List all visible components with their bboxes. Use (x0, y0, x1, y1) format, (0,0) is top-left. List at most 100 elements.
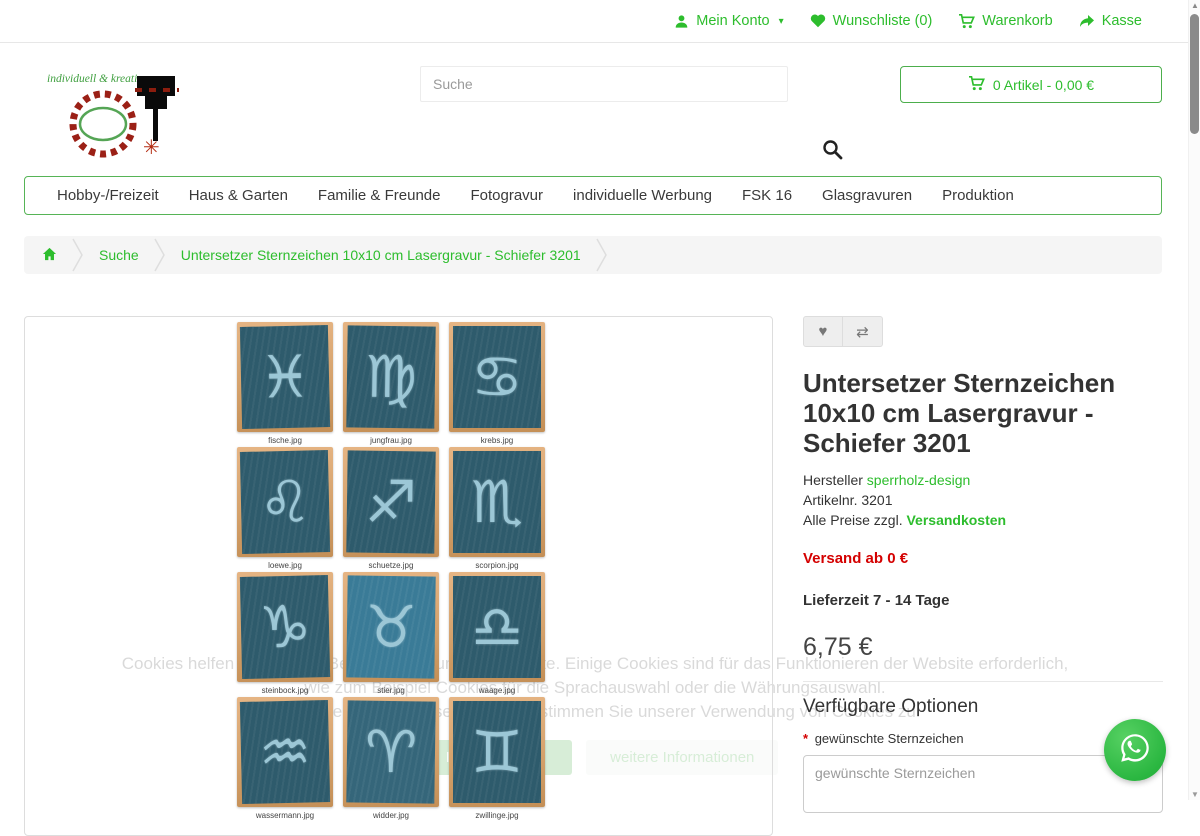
nav-item-fsk16[interactable]: FSK 16 (727, 187, 807, 204)
topbar: Mein Konto ▾ Wunschliste (0) Warenkorb K… (0, 0, 1188, 43)
coaster-thumb[interactable]: ♎ waage.jpg (449, 572, 545, 697)
share-arrow-icon (1079, 14, 1095, 28)
nav-item-hobby-freizeit[interactable]: Hobby-/Freizeit (42, 187, 174, 204)
manufacturer-row: Hersteller sperrholz-design (803, 470, 1163, 490)
breadcrumb-separator (71, 236, 85, 274)
image-filename: steinbock.jpg (237, 686, 333, 695)
coaster-thumb[interactable]: ♐ schuetze.jpg (343, 447, 439, 572)
image-filename: krebs.jpg (449, 436, 545, 445)
coaster-thumb[interactable]: ♍ jungfrau.jpg (343, 322, 439, 447)
product-title: Untersetzer Sternzeichen 10x10 cm Laserg… (803, 368, 1163, 458)
cart-link[interactable]: Warenkorb (958, 13, 1052, 29)
product-image-panel[interactable]: ♓ fische.jpg ♍ jungfrau.jpg ♋ krebs.jpg … (24, 316, 773, 836)
coaster-thumb[interactable]: ♋ krebs.jpg (449, 322, 545, 447)
compare-arrows-icon: ⇄ (856, 323, 869, 341)
account-label: Mein Konto (696, 13, 769, 29)
search-icon (822, 148, 843, 163)
coaster-thumb[interactable]: ♉ stier.jpg (343, 572, 439, 697)
manufacturer-label: Hersteller (803, 472, 863, 488)
zodiac-taurus-icon: ♉ (365, 598, 418, 657)
main-nav: Hobby-/Freizeit Haus & Garten Familie & … (24, 176, 1162, 215)
image-filename: scorpion.jpg (449, 561, 545, 570)
option-label: gewünschte Sternzeichen (815, 731, 964, 746)
zodiac-scorpio-icon: ♏ (471, 473, 523, 531)
wishlist-label: Wunschliste (0) (833, 13, 933, 29)
zodiac-gemini-icon: ♊ (471, 723, 523, 781)
breadcrumb-home[interactable] (40, 247, 71, 264)
zodiac-leo-icon: ♌ (258, 472, 311, 531)
cart-total-label: 0 Artikel - 0,00 € (993, 77, 1094, 93)
account-menu[interactable]: Mein Konto ▾ (674, 13, 783, 29)
search-button[interactable] (815, 136, 849, 166)
coaster-thumb[interactable]: ♏ scorpion.jpg (449, 447, 545, 572)
user-icon (674, 14, 689, 29)
scrollbar[interactable]: ▲ ▼ (1188, 0, 1200, 800)
nav-item-familie-freunde[interactable]: Familie & Freunde (303, 187, 456, 204)
image-filename: fische.jpg (237, 436, 333, 445)
delivery-time: Lieferzeit 7 - 14 Tage (803, 592, 1163, 609)
scroll-up-arrow[interactable]: ▲ (1189, 1, 1200, 10)
breadcrumb-suche[interactable]: Suche (85, 247, 153, 263)
image-filename: widder.jpg (343, 811, 439, 820)
coaster-thumb[interactable]: ♑ steinbock.jpg (237, 572, 333, 697)
breadcrumb-current[interactable]: Untersetzer Sternzeichen 10x10 cm Laserg… (167, 247, 595, 263)
add-to-wishlist-button[interactable]: ♥ (803, 316, 843, 347)
zodiac-aquarius-icon: ♒ (258, 722, 311, 781)
divider (803, 681, 1163, 682)
scroll-down-arrow[interactable]: ▼ (1189, 790, 1200, 799)
laser-spark-icon: ✳ (143, 137, 160, 159)
sku-row: Artikelnr. 3201 (803, 490, 1163, 510)
nav-item-individuelle-werbung[interactable]: individuelle Werbung (558, 187, 727, 204)
image-filename: stier.jpg (343, 686, 439, 695)
coaster-thumb[interactable]: ♈ widder.jpg (343, 697, 439, 822)
zodiac-virgo-icon: ♍ (365, 348, 418, 407)
heart-icon: ♥ (819, 323, 828, 340)
tax-row: Alle Preise zzgl. Versandkosten (803, 510, 1163, 530)
manufacturer-link[interactable]: sperrholz-design (867, 472, 971, 488)
product-price: 6,75 € (803, 633, 1163, 662)
image-filename: schuetze.jpg (343, 561, 439, 570)
nav-item-glasgravuren[interactable]: Glasgravuren (807, 187, 927, 204)
product-image-grid: ♓ fische.jpg ♍ jungfrau.jpg ♋ krebs.jpg … (237, 322, 577, 822)
shop-logo[interactable]: individuell & kreativ ✳ (45, 64, 195, 164)
breadcrumb-separator (595, 236, 609, 274)
breadcrumb-separator (153, 236, 167, 274)
nav-item-produktion[interactable]: Produktion (927, 187, 1029, 204)
scrollbar-thumb[interactable] (1190, 14, 1199, 134)
search-input[interactable] (420, 66, 788, 102)
coaster-thumb[interactable]: ♒ wassermann.jpg (237, 697, 333, 822)
zodiac-pisces-icon: ♓ (258, 347, 311, 406)
search-area (420, 66, 788, 102)
tax-note: Alle Preise zzgl. (803, 512, 903, 528)
shipping-costs-link[interactable]: Versandkosten (906, 512, 1006, 528)
shipping-promo: Versand ab 0 € (803, 550, 1163, 567)
coaster-thumb[interactable]: ♊ zwillinge.jpg (449, 697, 545, 822)
heart-icon (810, 14, 826, 28)
cart-total-button[interactable]: 0 Artikel - 0,00 € (900, 66, 1162, 103)
whatsapp-icon (1115, 728, 1155, 773)
compare-button[interactable]: ⇄ (843, 316, 883, 347)
image-filename: wassermann.jpg (237, 811, 333, 820)
cart-label: Warenkorb (982, 13, 1052, 29)
zodiac-cancer-icon: ♋ (471, 348, 523, 406)
zodiac-libra-icon: ♎ (471, 598, 523, 656)
cart-icon (958, 14, 975, 29)
checkout-link[interactable]: Kasse (1079, 13, 1142, 29)
wishlist-link[interactable]: Wunschliste (0) (810, 13, 933, 29)
cart-icon (968, 76, 985, 94)
image-filename: zwillinge.jpg (449, 811, 545, 820)
laser-head-shape: ✳ (135, 76, 179, 159)
logo-text-svg: individuell & kreativ (47, 73, 143, 85)
zodiac-sagittarius-icon: ♐ (365, 473, 418, 532)
logo-ellipse (80, 108, 126, 140)
nav-item-fotogravur[interactable]: Fotogravur (455, 187, 558, 204)
coaster-thumb[interactable]: ♓ fische.jpg (237, 322, 333, 447)
whatsapp-button[interactable] (1104, 719, 1166, 781)
checkout-label: Kasse (1102, 13, 1142, 29)
nav-item-haus-garten[interactable]: Haus & Garten (174, 187, 303, 204)
image-filename: jungfrau.jpg (343, 436, 439, 445)
coaster-thumb[interactable]: ♌ loewe.jpg (237, 447, 333, 572)
gear-shape (73, 94, 133, 154)
breadcrumb: Suche Untersetzer Sternzeichen 10x10 cm … (24, 236, 1162, 274)
zodiac-aries-icon: ♈ (365, 723, 418, 782)
